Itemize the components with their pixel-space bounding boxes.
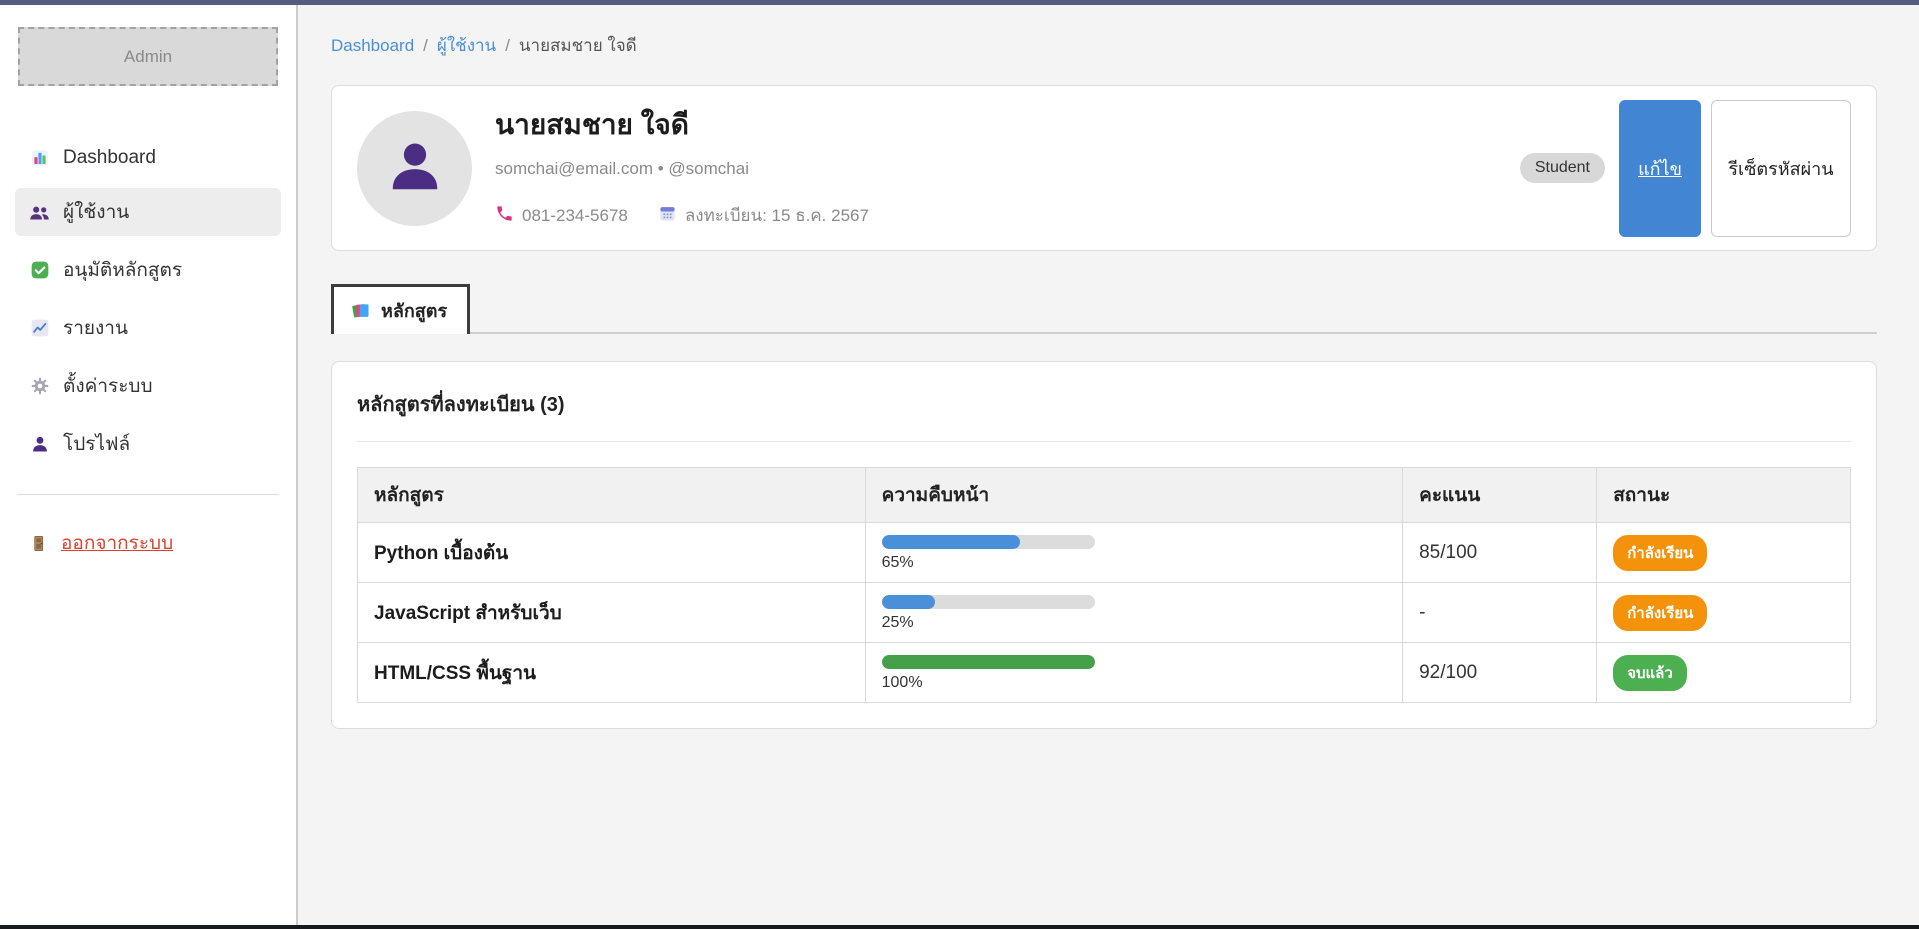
column-header-0: หลักสูตร (358, 468, 866, 523)
main-content: Dashboard / ผู้ใช้งาน / นายสมชาย ใจดี นายสมช… (298, 5, 1919, 925)
bar-chart-icon (29, 148, 50, 169)
sidebar-item-label: โปรไฟล์ (63, 429, 130, 459)
profile-email: somchai@email.com • @somchai (495, 159, 1520, 179)
column-header-2: คะแนน (1403, 468, 1597, 523)
sidebar-item-settings[interactable]: ตั้งค่าระบบ (15, 362, 281, 410)
gear-icon (29, 376, 50, 397)
registered-date: ลงทะเบียน: 15 ธ.ค. 2567 (685, 202, 869, 229)
status-badge: กำลังเรียน (1613, 595, 1707, 631)
courses-card: หลักสูตรที่ลงทะเบียน (3) หลักสูตรความคืบ… (331, 361, 1877, 729)
courses-table-body: Python เบื้องต้น65%85/100กำลังเรียนJavaS… (358, 523, 1851, 703)
course-name: JavaScript สำหรับเว็บ (374, 603, 562, 624)
avatar (357, 111, 472, 226)
profile-card: นายสมชาย ใจดี somchai@email.com • @somch… (331, 85, 1877, 251)
progress-label: 100% (882, 674, 1386, 692)
tab-courses[interactable]: หลักสูตร (331, 284, 470, 334)
phone-meta: 081-234-5678 (495, 204, 628, 228)
sidebar-item-label: อนุมัติหลักสูตร (63, 255, 182, 285)
breadcrumb-separator: / (423, 36, 428, 56)
logout-label: ออกจากระบบ (61, 528, 173, 558)
person-silhouette-icon (384, 135, 446, 202)
bottom-window-edge (0, 925, 1919, 929)
sidebar-item-profile[interactable]: โปรไฟล์ (15, 420, 281, 468)
person-icon (29, 434, 50, 455)
score-cell: 85/100 (1403, 523, 1597, 583)
breadcrumb-link-1[interactable]: ผู้ใช้งาน (437, 32, 496, 59)
course-cell: Python เบื้องต้น (358, 523, 866, 583)
admin-logo-box: Admin (18, 27, 278, 86)
sidebar-item-label: Dashboard (63, 147, 156, 169)
sidebar-divider (17, 494, 279, 495)
sidebar-item-label: ตั้งค่าระบบ (63, 371, 153, 401)
check-icon (29, 260, 50, 281)
reset-password-button[interactable]: รีเซ็ตรหัสผ่าน (1711, 100, 1851, 237)
column-header-3: สถานะ (1597, 468, 1851, 523)
profile-name: นายสมชาย ใจดี (495, 111, 1520, 139)
status-cell: กำลังเรียน (1597, 583, 1851, 643)
course-name: Python เบื้องต้น (374, 543, 508, 564)
breadcrumb-link-0[interactable]: Dashboard (331, 36, 414, 56)
course-cell: JavaScript สำหรับเว็บ (358, 583, 866, 643)
sidebar-nav: Dashboard ผู้ใช้งานอนุมัติหลักสูตรรายงานต… (15, 138, 281, 468)
tab-courses-label: หลักสูตร (381, 296, 447, 325)
table-row: HTML/CSS พื้นฐาน 100% 92/100 จบแล้ว (358, 643, 1851, 703)
admin-logo-label: Admin (124, 47, 172, 67)
progress-label: 65% (882, 554, 1386, 572)
profile-info: นายสมชาย ใจดี somchai@email.com • @somch… (495, 107, 1520, 229)
door-icon (29, 533, 50, 554)
courses-table: หลักสูตรความคืบหน้าคะแนนสถานะ Python เบื… (357, 467, 1851, 703)
card-divider (357, 441, 1851, 442)
sidebar-item-label: รายงาน (63, 313, 128, 343)
table-row: JavaScript สำหรับเว็บ 25%-กำลังเรียน (358, 583, 1851, 643)
app-window: Admin Dashboardผู้ใช้งานอนุมัติหลักสูตรร… (0, 5, 1919, 925)
progress-label: 25% (882, 614, 1386, 632)
course-cell: HTML/CSS พื้นฐาน (358, 643, 866, 703)
breadcrumb: Dashboard / ผู้ใช้งาน / นายสมชาย ใจดี (331, 32, 1877, 59)
sidebar-item-label: ผู้ใช้งาน (63, 197, 129, 227)
progress-cell: 65% (865, 523, 1402, 583)
tab-bar: หลักสูตร (331, 284, 1877, 334)
score-cell: 92/100 (1403, 643, 1597, 703)
edit-button[interactable]: แก้ไข (1619, 100, 1701, 237)
column-header-1: ความคืบหน้า (865, 468, 1402, 523)
courses-table-head: หลักสูตรความคืบหน้าคะแนนสถานะ (358, 468, 1851, 523)
profile-meta: 081-234-5678 ลงทะเบียน: 15 ธ.ค. 2567 (495, 202, 1520, 229)
sidebar-item-approve-courses[interactable]: อนุมัติหลักสูตร (15, 246, 281, 294)
phone-number: 081-234-5678 (522, 206, 628, 226)
breadcrumb-current: นายสมชาย ใจดี (519, 32, 637, 59)
profile-actions: Student แก้ไข รีเซ็ตรหัสผ่าน (1520, 100, 1851, 237)
registered-meta: ลงทะเบียน: 15 ธ.ค. 2567 (658, 202, 869, 229)
chart-up-icon (29, 318, 50, 339)
books-icon (351, 301, 371, 321)
sidebar: Admin Dashboard ผู้ใช้งานอนุมัติหลักสูตรร… (0, 5, 298, 925)
status-badge: กำลังเรียน (1613, 535, 1707, 571)
role-badge: Student (1520, 153, 1605, 183)
sidebar-item-reports[interactable]: รายงาน (15, 304, 281, 352)
status-badge: จบแล้ว (1613, 655, 1687, 691)
users-icon (29, 202, 50, 223)
breadcrumb-separator: / (505, 36, 510, 56)
courses-card-title: หลักสูตรที่ลงทะเบียน (3) (357, 388, 1851, 420)
logout-link[interactable]: ออกจากระบบ (15, 519, 281, 567)
status-cell: กำลังเรียน (1597, 523, 1851, 583)
progress-bar (882, 595, 1095, 609)
progress-cell: 100% (865, 643, 1402, 703)
calendar-icon (658, 204, 677, 228)
phone-icon (495, 204, 514, 228)
progress-bar (882, 655, 1095, 669)
progress-cell: 25% (865, 583, 1402, 643)
status-cell: จบแล้ว (1597, 643, 1851, 703)
score-cell: - (1403, 583, 1597, 643)
course-name: HTML/CSS พื้นฐาน (374, 663, 536, 684)
header-row: หลักสูตรความคืบหน้าคะแนนสถานะ (358, 468, 1851, 523)
sidebar-item-dashboard[interactable]: Dashboard (15, 138, 281, 178)
progress-bar (882, 535, 1095, 549)
sidebar-item-users[interactable]: ผู้ใช้งาน (15, 188, 281, 236)
table-row: Python เบื้องต้น 65% 85/100 กำลังเรียน (358, 523, 1851, 583)
